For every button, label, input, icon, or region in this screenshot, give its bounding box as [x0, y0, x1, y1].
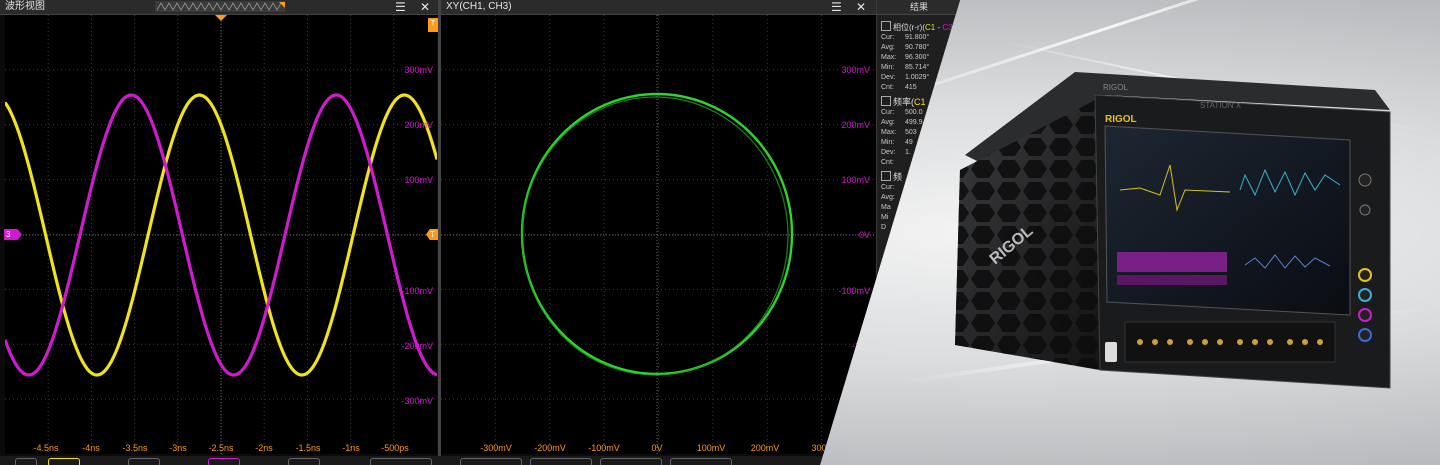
results-header: 结果 — [877, 0, 960, 15]
y-tick-label: 200mV — [404, 120, 433, 130]
x-tick-label: -100mV — [588, 443, 620, 453]
math-button[interactable] — [530, 458, 592, 465]
x-tick-label: 200mV — [750, 443, 780, 453]
menu-icon[interactable]: ☰ — [395, 0, 406, 14]
y-tick-label: -200 — [851, 341, 870, 351]
y-tick-label: 0V — [858, 230, 870, 240]
oscilloscope-device: RIGOL RIGOL RIGOL STATION X — [955, 72, 1391, 389]
x-tick-label: -500ps — [381, 443, 409, 453]
top-logo: RIGOL — [1103, 83, 1128, 92]
waveform-plot[interactable] — [5, 15, 437, 454]
x-tick-label: -200mV — [534, 443, 566, 453]
y-tick-label: -100mV — [838, 286, 870, 296]
ch3-button[interactable] — [208, 458, 240, 465]
y-tick-label: -100mV — [401, 286, 433, 296]
memory-overview-bar[interactable] — [155, 1, 285, 12]
banner: 波形视图 ☰ ✕ 3 T T 300mV 200mV 100mV -100mV … — [0, 0, 1440, 465]
math-button[interactable] — [370, 458, 432, 465]
close-icon[interactable]: ✕ — [420, 0, 430, 14]
xy-plot[interactable] — [441, 15, 876, 454]
x-tick-label: -4.5ns — [33, 443, 59, 453]
xy-graticule — [441, 15, 876, 454]
ch2-button[interactable] — [128, 458, 160, 465]
decode-button[interactable] — [670, 458, 732, 465]
y-tick-label: 100mV — [404, 175, 433, 185]
model-label: STATION X — [1200, 101, 1242, 110]
ch1-button[interactable] — [48, 458, 80, 465]
power-button — [1105, 342, 1117, 362]
waveform-panel-title: 波形视图 — [5, 1, 45, 12]
phase-measurement-title: 相位(r-r)(C1 - C3 — [877, 21, 960, 33]
x-tick-label: 300 — [811, 443, 827, 453]
device-screen — [1104, 125, 1351, 316]
ch4-button[interactable] — [288, 458, 320, 465]
waveform-graticule — [5, 15, 437, 454]
math-button[interactable] — [460, 458, 522, 465]
oscilloscope-screen: 波形视图 ☰ ✕ 3 T T 300mV 200mV 100mV -100mV … — [0, 0, 960, 465]
x-tick-label: 0V — [651, 443, 663, 453]
front-logo: RIGOL — [1105, 114, 1137, 125]
x-tick-label: -4ns — [82, 443, 100, 453]
x-tick-label: -2ns — [255, 443, 273, 453]
stat-row: Avg: 90.780° — [881, 44, 930, 51]
trigger-position-marker[interactable] — [215, 15, 227, 21]
trigger-top-marker[interactable]: T — [428, 18, 438, 32]
y-tick-label: -300mV — [401, 396, 433, 406]
measure-icon — [881, 21, 891, 31]
y-tick-label: 100mV — [841, 175, 870, 185]
x-tick-label: -300mV — [480, 443, 512, 453]
waveform-panel-titlebar: 波形视图 ☰ ✕ — [0, 0, 438, 15]
y-tick-label: 200mV — [841, 120, 870, 130]
measure-icon — [881, 96, 891, 106]
x-tick-label: 100mV — [696, 443, 726, 453]
measure-icon — [881, 171, 891, 181]
stat-row: Max: 96.300° — [881, 54, 930, 61]
y-tick-label: 300mV — [841, 65, 870, 75]
close-icon[interactable]: ✕ — [856, 0, 866, 14]
y-tick-label: -200mV — [401, 341, 433, 351]
menu-icon[interactable]: ☰ — [831, 0, 842, 14]
x-tick-label: -1ns — [342, 443, 360, 453]
xy-panel-titlebar: XY(CH1, CH3) ☰ ✕ — [441, 0, 876, 15]
stat-row: Cur: 91.800° — [881, 34, 930, 41]
home-button[interactable] — [15, 458, 37, 465]
math-button[interactable] — [600, 458, 662, 465]
xy-panel-title: XY(CH1, CH3) — [446, 1, 512, 12]
y-tick-label: 300mV — [404, 65, 433, 75]
